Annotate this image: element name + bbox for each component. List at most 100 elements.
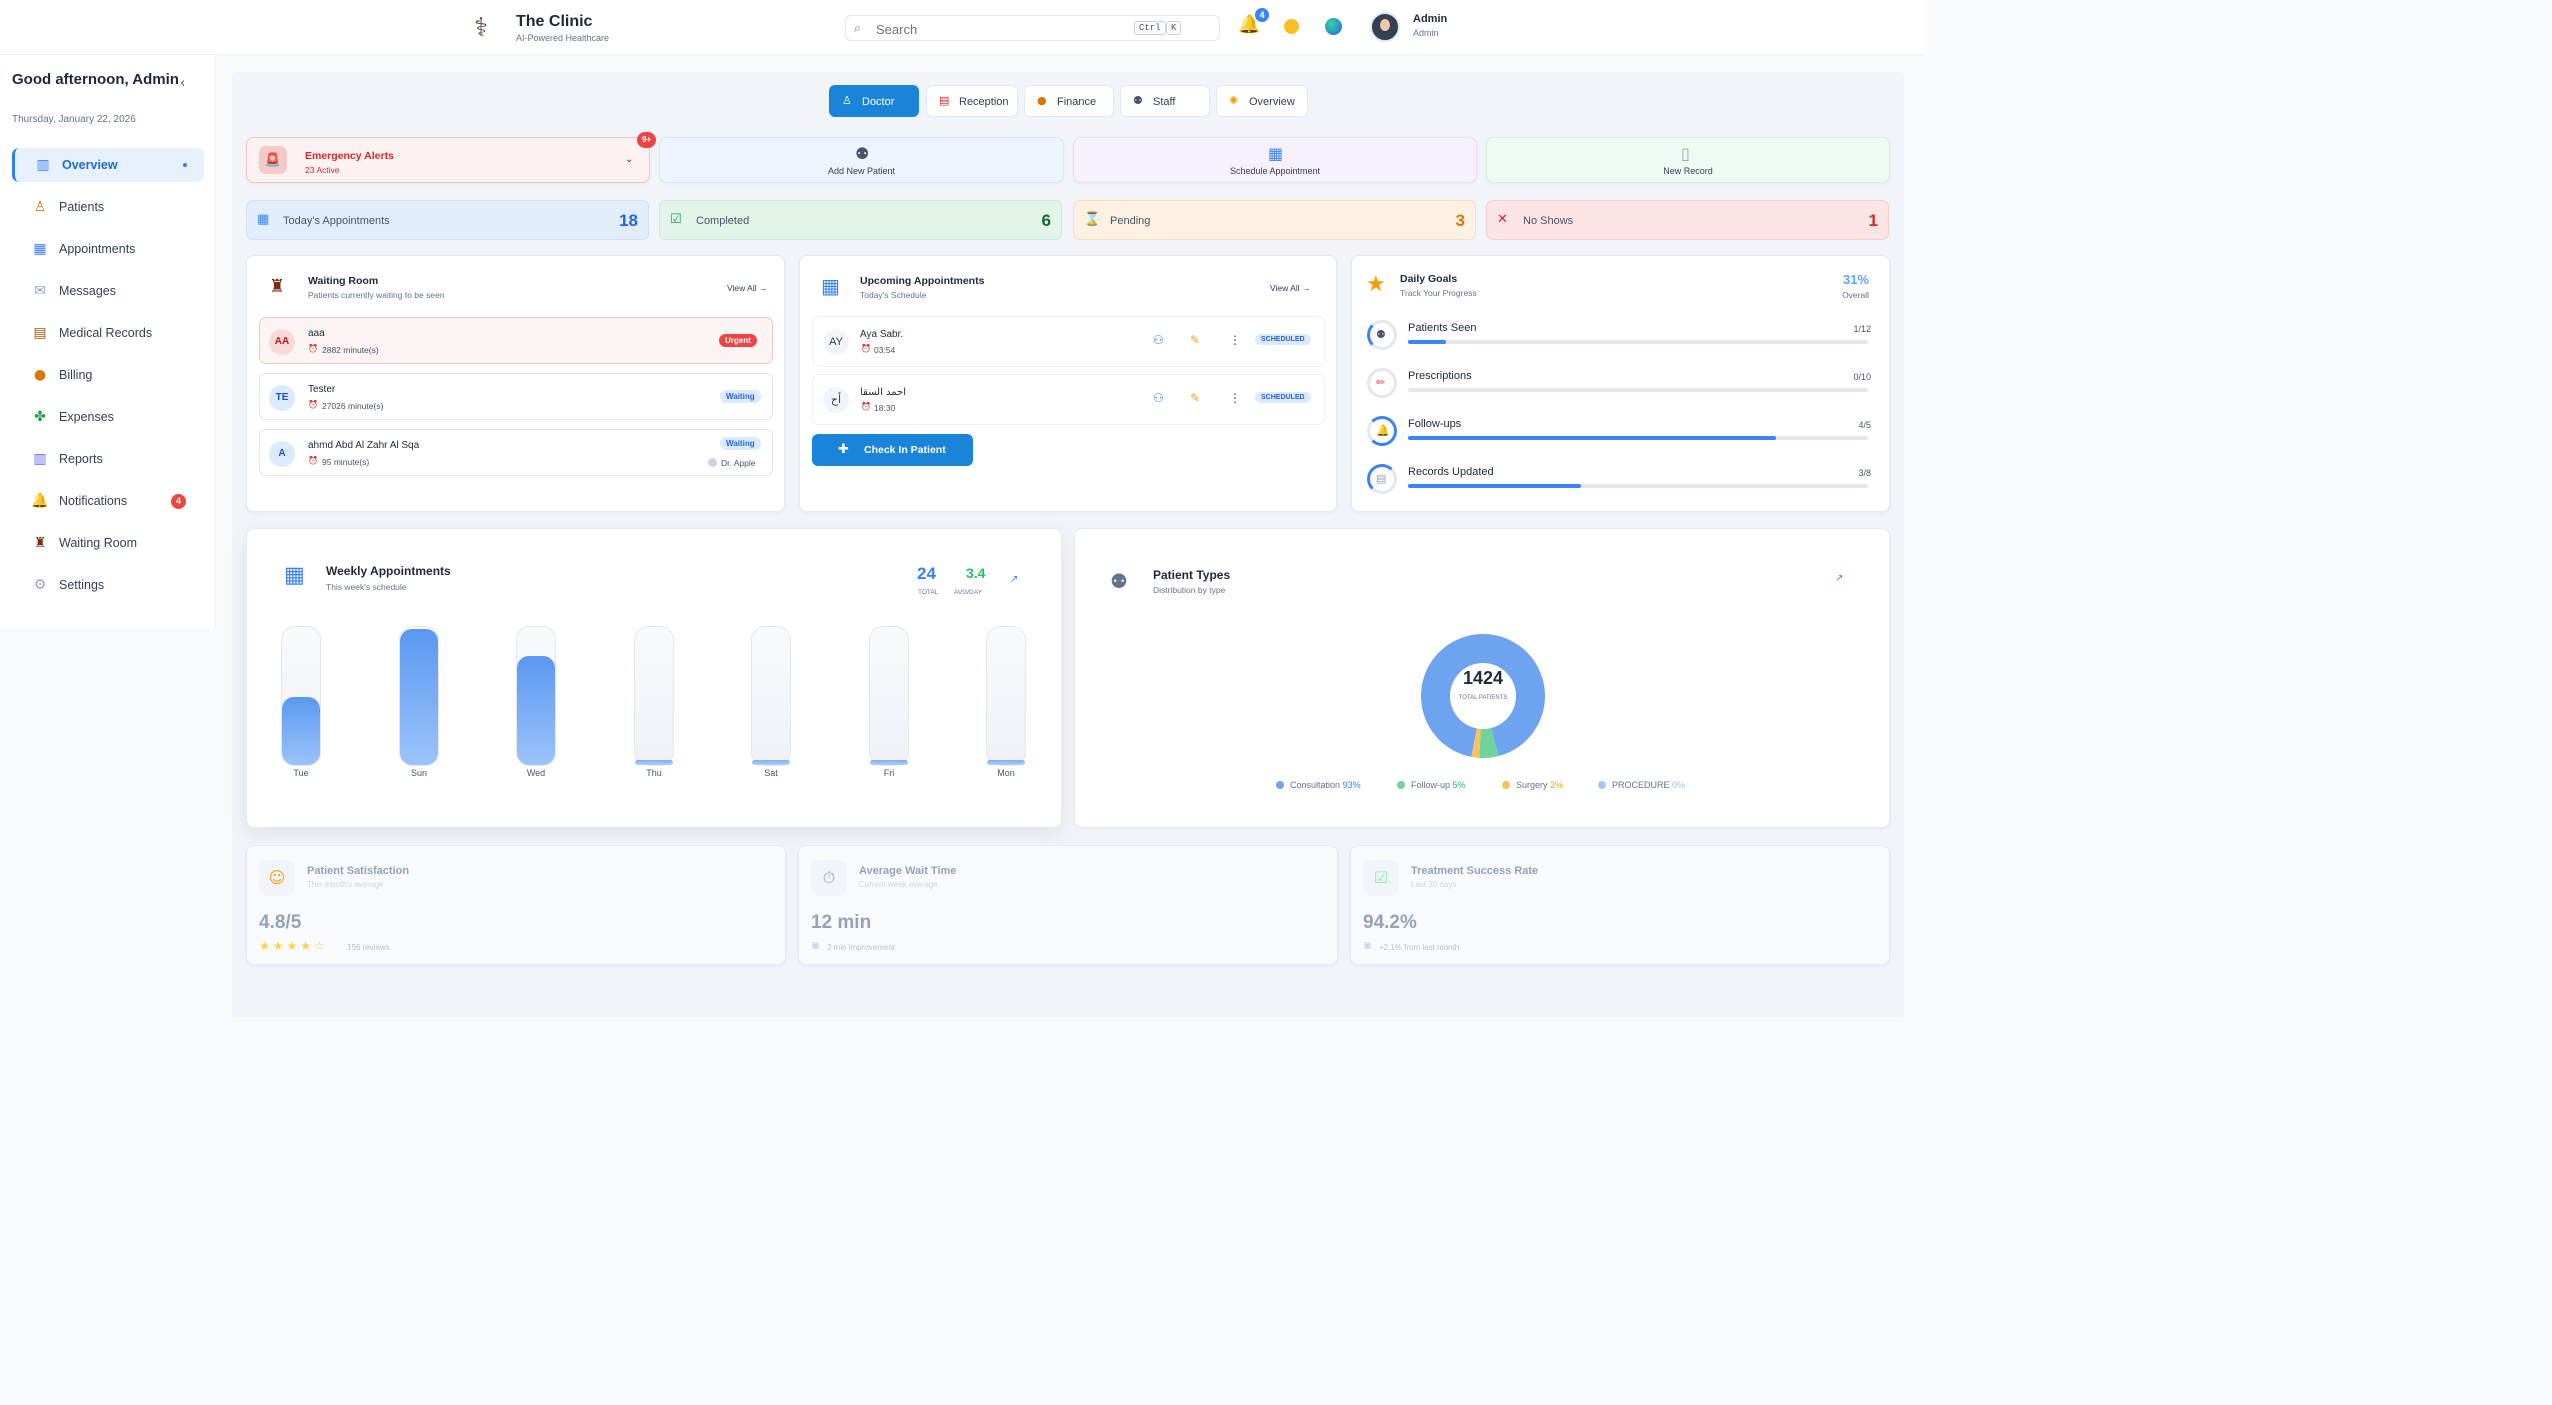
doctor-avatar (708, 458, 717, 467)
stat-value: 1 (1868, 211, 1878, 230)
stethoscope-logo-icon[interactable]: ⚕ (465, 12, 497, 44)
sidebar-item-expenses[interactable]: ✤ Expenses (12, 400, 204, 434)
check-in-icon[interactable]: ⚇ (1153, 334, 1164, 346)
bar[interactable] (517, 656, 555, 765)
legend-percent: 5% (1452, 780, 1466, 790)
waiting-room-subtitle: Patients currently waiting to be seen (308, 290, 445, 300)
document-icon: ▤ (1376, 472, 1387, 485)
add-user-icon: ⚉ (855, 144, 870, 163)
brand-name[interactable]: The Clinic (516, 13, 592, 31)
stat-value: 6 (1041, 211, 1051, 230)
expand-arrow-icon[interactable]: ↗ (1010, 575, 1018, 585)
bar-chart-icon: ▥ (36, 157, 50, 173)
emergency-alerts-card[interactable]: 🚨 Emergency Alerts 23 Active ⌄ 9+ (246, 132, 656, 183)
current-date: Thursday, January 22, 2026 (12, 114, 136, 125)
schedule-appointment-button[interactable]: ▦ Schedule Appointment (1073, 137, 1477, 183)
goals-title: Daily Goals (1400, 273, 1458, 285)
tab-doctor[interactable]: ♙ Doctor (829, 85, 919, 117)
search-box[interactable]: ⌕ Ctrl K (845, 15, 1220, 41)
day-label: Sat (764, 768, 778, 778)
waiting-room-card: ♜ Waiting Room Patients currently waitin… (246, 255, 785, 512)
waiting-row[interactable]: AA aaa ⏰ 2882 minute(s) Urgent (259, 317, 773, 364)
sidebar-item-label: Reports (59, 452, 103, 466)
goal-value: 3/8 (1858, 468, 1871, 478)
sidebar-item-appointments[interactable]: ▦ Appointments (12, 232, 204, 266)
check-in-icon[interactable]: ⚇ (1153, 392, 1164, 404)
search-input[interactable] (876, 20, 1076, 38)
more-options-icon[interactable]: ⋮ (1229, 392, 1241, 404)
tab-label: Finance (1057, 96, 1097, 108)
view-all-link[interactable]: View All → (1270, 283, 1310, 293)
chair-icon: ♜ (269, 276, 286, 297)
clock-icon: ⏰ (308, 344, 318, 353)
trend-icon: ▣ (811, 941, 820, 951)
sidebar-item-patients[interactable]: ♙ Patients (12, 190, 204, 224)
bar[interactable] (400, 629, 438, 765)
patient-avatar: TE (269, 385, 295, 411)
plus-icon: ✚ (838, 442, 849, 457)
greeting: Good afternoon, Admin (12, 71, 179, 88)
sidebar-item-overview[interactable]: ▥ Overview (12, 148, 204, 182)
appointment-row[interactable]: أح احمد السقا ⏰ 18:30 ⚇ ✎ ⋮ SCHEDULED (812, 374, 1325, 425)
stat-no-shows[interactable]: ✕ No Shows 1 (1486, 200, 1889, 240)
tab-overview[interactable]: ✺ Overview (1216, 85, 1308, 117)
kpi-value: 4.8/5 (259, 912, 302, 933)
assigned-doctor: Dr. Apple (721, 458, 756, 468)
patient-avatar: AY (823, 329, 849, 355)
check-in-patient-button[interactable]: ✚ Check In Patient (812, 434, 973, 466)
stat-pending[interactable]: ⌛ Pending 3 (1073, 200, 1476, 240)
bar[interactable] (987, 760, 1025, 765)
stat-label: No Shows (1523, 215, 1574, 227)
add-patient-button[interactable]: ⚉ Add New Patient (659, 137, 1064, 183)
user-avatar[interactable] (1370, 12, 1400, 42)
search-icon: ⌕ (854, 21, 861, 35)
legend-name: Surgery (1516, 780, 1548, 790)
expand-arrow-icon[interactable]: ↗ (1835, 574, 1843, 584)
theme-toggle-icon[interactable] (1284, 19, 1299, 34)
tab-finance[interactable]: ● Finance (1024, 85, 1114, 117)
stat-todays-appointments[interactable]: ▦ Today's Appointments 18 (246, 200, 649, 240)
collapse-chevron-icon[interactable]: ‹ (180, 77, 185, 90)
bar[interactable] (752, 760, 790, 765)
chat-icon: ✉ (34, 283, 46, 299)
sidebar-item-reports[interactable]: ▥ Reports (12, 442, 204, 476)
wait-time: 95 minute(s) (322, 457, 370, 467)
sidebar-item-billing[interactable]: ● Billing (12, 358, 204, 392)
sidebar-item-notifications[interactable]: 🔔 Notifications 4 (12, 484, 204, 518)
patients-seen-ring: ⚉ (1367, 320, 1397, 350)
sidebar-item-waiting-room[interactable]: ♜ Waiting Room (12, 526, 204, 560)
stat-completed[interactable]: ☑ Completed 6 (659, 200, 1062, 240)
waiting-row[interactable]: A ahmd Abd Al Zahr Al Sqa ⏰ 95 minute(s)… (259, 429, 773, 476)
sidebar-item-label: Medical Records (59, 326, 153, 340)
appointment-row[interactable]: AY Aya Sabr. ⏰ 03:54 ⚇ ✎ ⋮ SCHEDULED (812, 316, 1325, 367)
bar[interactable] (635, 760, 673, 765)
emergency-count: 23 Active (305, 165, 340, 175)
patient-types-subtitle: Distribution by type (1153, 585, 1226, 595)
view-all-link[interactable]: View All → (727, 283, 767, 293)
bar[interactable] (870, 760, 908, 765)
kpi-note: 156 reviews (347, 943, 390, 952)
sidebar-item-settings[interactable]: ⚙ Settings (12, 568, 204, 602)
urgent-badge: Urgent (719, 334, 757, 347)
tab-staff[interactable]: ⚉ Staff (1120, 85, 1210, 117)
chevron-down-icon[interactable]: ⌄ (625, 155, 633, 165)
edit-icon[interactable]: ✎ (1190, 334, 1200, 346)
sidebar-item-medical-records[interactable]: ▤ Medical Records (12, 316, 204, 350)
language-globe-icon[interactable] (1325, 18, 1342, 35)
overall-percent: 31% (1842, 272, 1869, 287)
more-options-icon[interactable]: ⋮ (1229, 334, 1241, 346)
weekly-total: 24 (917, 564, 936, 583)
waiting-row[interactable]: TE Tester ⏰ 27026 minute(s) Waiting (259, 373, 773, 420)
day-label: Sun (410, 768, 427, 778)
sidebar-item-messages[interactable]: ✉ Messages (12, 274, 204, 308)
shortcut-ctrl-key: Ctrl (1134, 21, 1166, 35)
bar-track (869, 626, 909, 766)
user-name[interactable]: Admin (1413, 13, 1447, 25)
edit-icon[interactable]: ✎ (1190, 392, 1200, 404)
clock-icon: ⏰ (861, 344, 871, 353)
new-record-button[interactable]: ▯ New Record (1486, 137, 1890, 183)
bar[interactable] (282, 697, 320, 765)
tab-reception[interactable]: ▤ Reception (926, 85, 1018, 117)
sidebar-item-label: Expenses (59, 410, 114, 424)
records-updated-progress (1408, 484, 1868, 488)
